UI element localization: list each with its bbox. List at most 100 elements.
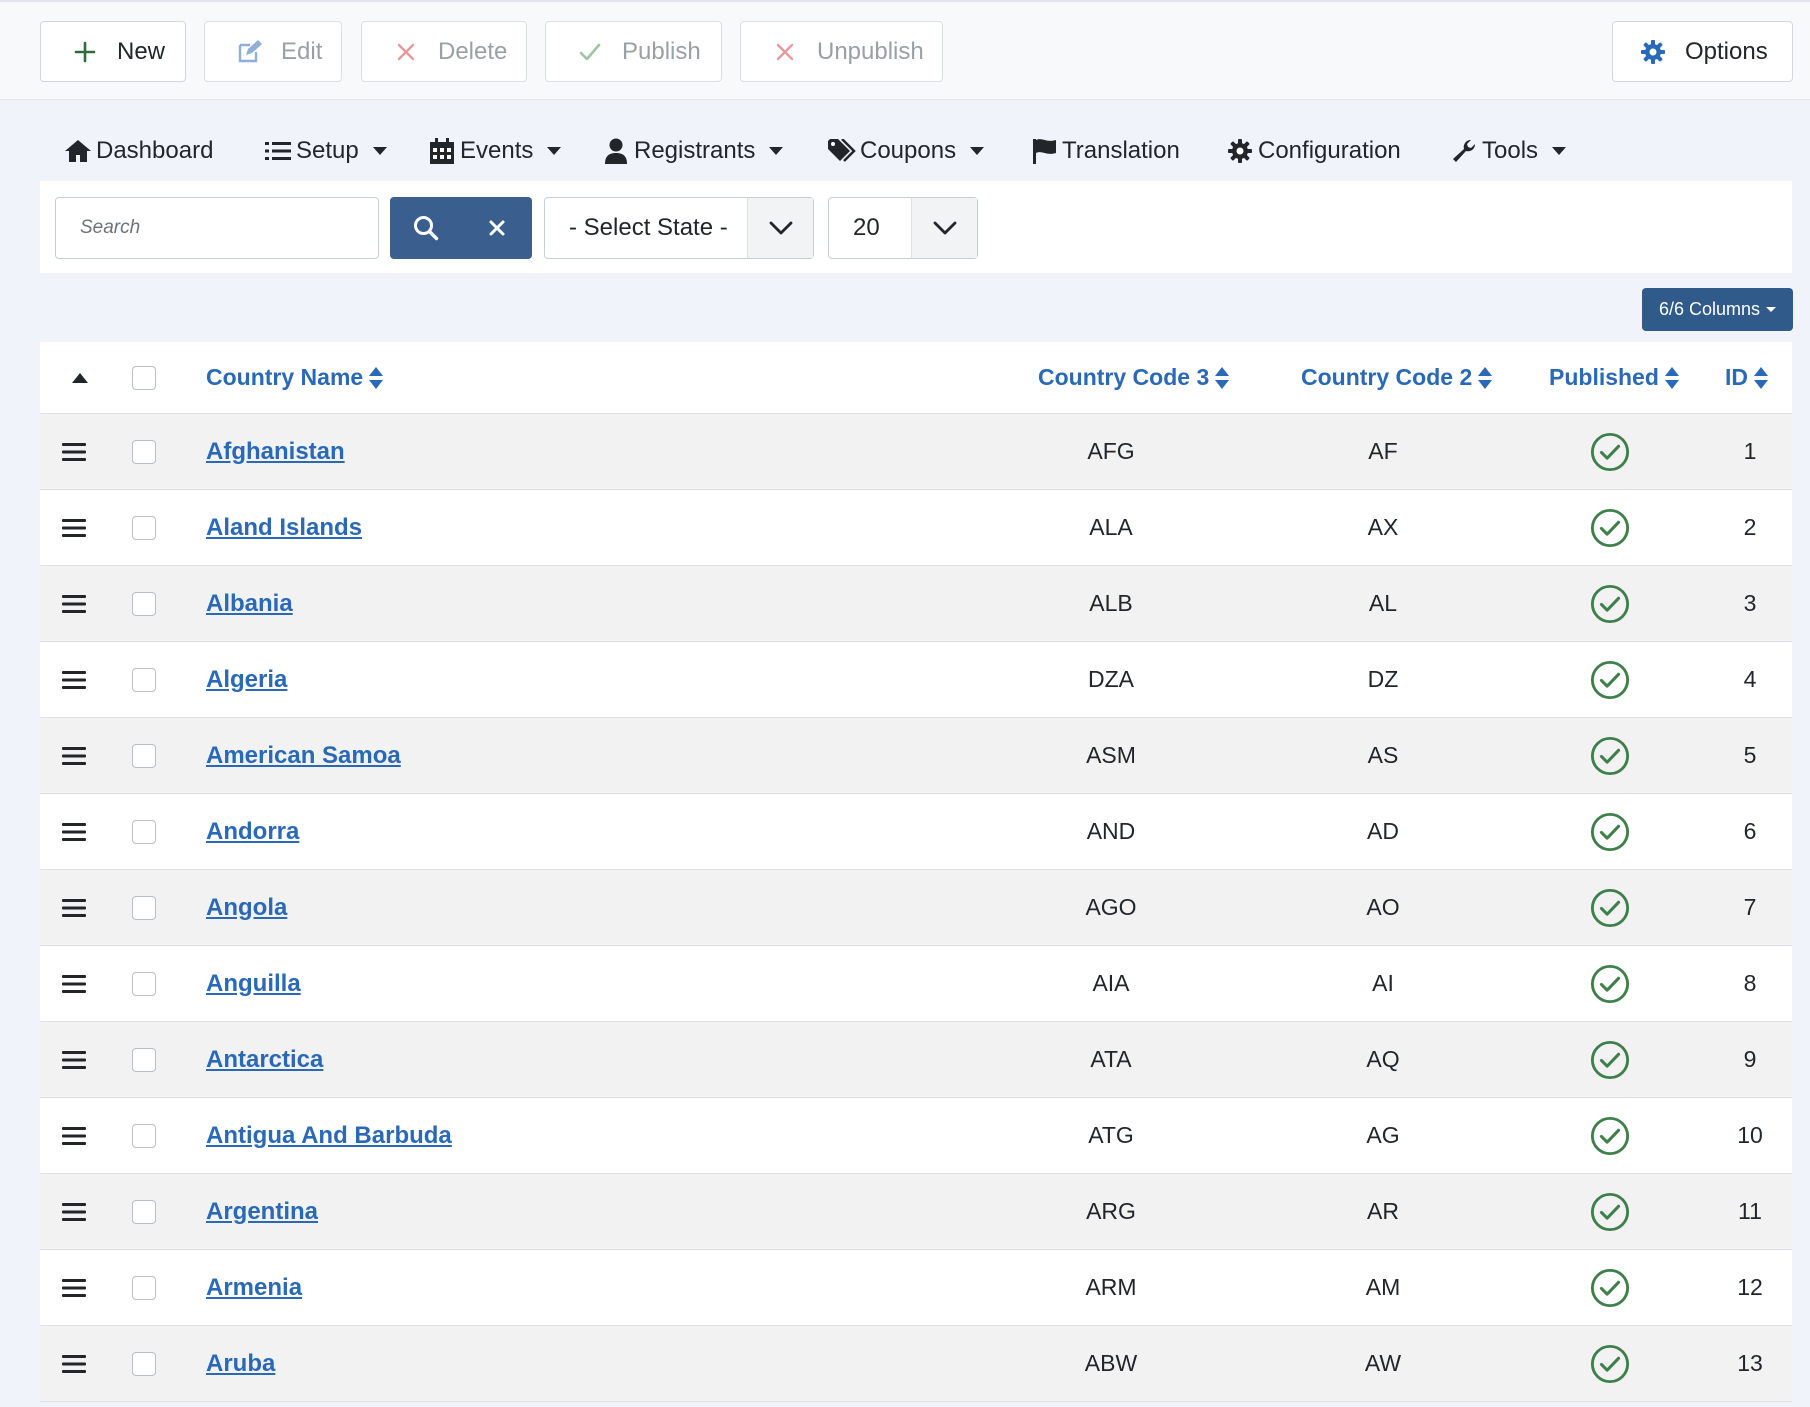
- table-body: Afghanistan AFG AF 1 Aland Islands ALA A…: [40, 414, 1792, 1402]
- code2-value: AD: [1367, 818, 1399, 844]
- search-button[interactable]: [390, 197, 461, 259]
- menu-icon: [62, 1126, 86, 1145]
- header-country-name[interactable]: Country Name: [206, 342, 384, 413]
- published-toggle[interactable]: [1590, 1098, 1630, 1173]
- nav-translation[interactable]: Translation: [1030, 127, 1180, 175]
- country-name-link[interactable]: Aruba: [206, 1350, 275, 1378]
- row-checkbox[interactable]: [132, 439, 156, 464]
- menu-icon: [62, 1050, 86, 1069]
- new-button[interactable]: New: [40, 21, 186, 82]
- clear-search-button[interactable]: [461, 197, 532, 259]
- delete-button[interactable]: Delete: [361, 21, 527, 82]
- drag-handle[interactable]: [62, 946, 92, 1021]
- row-checkbox[interactable]: [132, 1047, 156, 1072]
- row-checkbox-cell: [132, 642, 156, 717]
- drag-handle[interactable]: [62, 870, 92, 945]
- row-checkbox[interactable]: [132, 1351, 156, 1376]
- country-name-link[interactable]: Argentina: [206, 1198, 318, 1226]
- id-value: 1: [1743, 438, 1757, 464]
- header-id[interactable]: ID: [1725, 342, 1768, 413]
- drag-handle[interactable]: [62, 414, 92, 489]
- nav-registrants[interactable]: Registrants: [602, 127, 784, 175]
- country-name-link[interactable]: Andorra: [206, 818, 299, 846]
- published-toggle[interactable]: [1590, 1022, 1630, 1097]
- drag-handle[interactable]: [62, 1250, 92, 1325]
- state-select[interactable]: - Select State -: [544, 197, 814, 259]
- id-cell: 7: [1710, 870, 1790, 945]
- id-cell: 2: [1710, 490, 1790, 565]
- drag-handle[interactable]: [62, 1098, 92, 1173]
- nav-setup[interactable]: Setup: [264, 127, 387, 175]
- edit-button[interactable]: Edit: [204, 21, 342, 82]
- drag-handle[interactable]: [62, 1174, 92, 1249]
- publish-button[interactable]: Publish: [545, 21, 722, 82]
- search-input[interactable]: [55, 197, 379, 259]
- row-checkbox[interactable]: [132, 743, 156, 768]
- published-toggle[interactable]: [1590, 1326, 1630, 1401]
- code2-cell: AM: [1323, 1250, 1443, 1325]
- nav-tools-label: Tools: [1482, 137, 1539, 164]
- row-checkbox[interactable]: [132, 667, 156, 692]
- country-name-link[interactable]: Albania: [206, 590, 293, 618]
- row-checkbox[interactable]: [132, 1275, 156, 1300]
- published-toggle[interactable]: [1590, 794, 1630, 869]
- state-select-value: - Select State -: [569, 214, 728, 241]
- nav-dashboard-label: Dashboard: [96, 137, 214, 164]
- published-toggle[interactable]: [1590, 718, 1630, 793]
- country-name-link[interactable]: American Samoa: [206, 742, 401, 770]
- row-checkbox[interactable]: [132, 895, 156, 920]
- country-name-link[interactable]: Afghanistan: [206, 438, 345, 466]
- country-name-link[interactable]: Angola: [206, 894, 287, 922]
- sort-icon: [369, 366, 384, 389]
- ordering-sort-header[interactable]: [68, 342, 92, 413]
- row-checkbox[interactable]: [132, 591, 156, 616]
- nav-tools[interactable]: Tools: [1450, 127, 1567, 175]
- published-toggle[interactable]: [1590, 642, 1630, 717]
- country-name-link[interactable]: Antarctica: [206, 1046, 323, 1074]
- drag-handle[interactable]: [62, 718, 92, 793]
- row-checkbox[interactable]: [132, 1123, 156, 1148]
- drag-handle[interactable]: [62, 1326, 92, 1401]
- header-code3[interactable]: Country Code 3: [1038, 342, 1230, 413]
- sort-up-icon: [72, 372, 88, 383]
- drag-handle[interactable]: [62, 794, 92, 869]
- list-limit-select[interactable]: 20: [828, 197, 978, 259]
- menu-icon: [62, 1202, 86, 1221]
- country-name-link[interactable]: Armenia: [206, 1274, 302, 1302]
- row-checkbox[interactable]: [132, 971, 156, 996]
- drag-handle[interactable]: [62, 1022, 92, 1097]
- nav-coupons[interactable]: Coupons: [828, 127, 985, 175]
- id-cell: 11: [1710, 1174, 1790, 1249]
- nav-events[interactable]: Events: [428, 127, 562, 175]
- published-toggle[interactable]: [1590, 1250, 1630, 1325]
- country-name-link[interactable]: Anguilla: [206, 970, 301, 998]
- drag-handle[interactable]: [62, 566, 92, 641]
- drag-handle[interactable]: [62, 642, 92, 717]
- published-toggle[interactable]: [1590, 566, 1630, 641]
- published-toggle[interactable]: [1590, 870, 1630, 945]
- id-cell: 3: [1710, 566, 1790, 641]
- select-all-checkbox[interactable]: [132, 365, 156, 390]
- country-name-link[interactable]: Antigua And Barbuda: [206, 1122, 452, 1150]
- drag-handle[interactable]: [62, 490, 92, 565]
- nav-dashboard[interactable]: Dashboard: [64, 127, 213, 175]
- country-name-link[interactable]: Algeria: [206, 666, 287, 694]
- new-button-label: New: [117, 37, 166, 65]
- columns-toggle-button[interactable]: 6/6 Columns: [1642, 288, 1793, 331]
- unpublish-button[interactable]: Unpublish: [740, 21, 943, 82]
- table-row: American Samoa ASM AS 5: [40, 718, 1792, 794]
- published-toggle[interactable]: [1590, 414, 1630, 489]
- menu-icon: [62, 898, 86, 917]
- published-toggle[interactable]: [1590, 1174, 1630, 1249]
- nav-configuration[interactable]: Configuration: [1226, 127, 1401, 175]
- header-code2[interactable]: Country Code 2: [1301, 342, 1493, 413]
- options-button[interactable]: Options: [1612, 21, 1793, 82]
- published-toggle[interactable]: [1590, 946, 1630, 1021]
- row-checkbox[interactable]: [132, 819, 156, 844]
- published-toggle[interactable]: [1590, 490, 1630, 565]
- row-checkbox[interactable]: [132, 515, 156, 540]
- country-name-link[interactable]: Aland Islands: [206, 514, 362, 542]
- header-code2-label: Country Code 2: [1301, 364, 1473, 390]
- header-published[interactable]: Published: [1549, 342, 1679, 413]
- row-checkbox[interactable]: [132, 1199, 156, 1224]
